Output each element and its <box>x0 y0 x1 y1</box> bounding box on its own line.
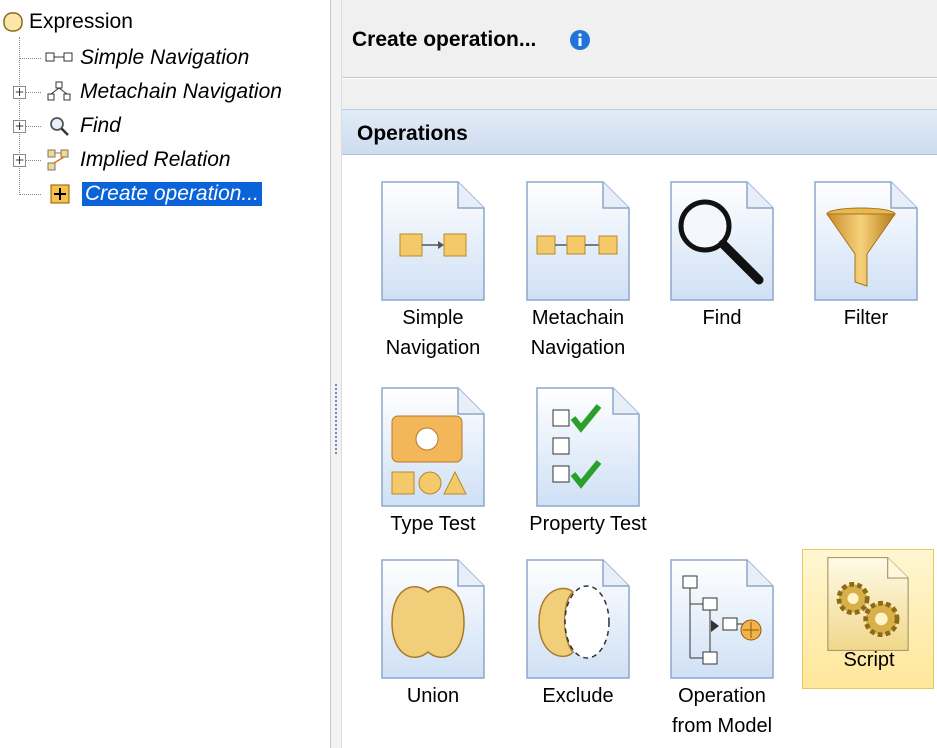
expand-metachain-navigation[interactable]: + <box>13 86 26 99</box>
tree-item-label: Metachain Navigation <box>80 80 282 103</box>
operation-label: Filter <box>843 307 889 329</box>
section-title: Operations <box>357 122 468 145</box>
operation-label: Simple Navigation <box>385 307 481 359</box>
operation-label: Exclude <box>542 685 614 707</box>
operation-property-test[interactable]: Property Test <box>522 381 654 561</box>
page-title: Create operation... <box>352 28 537 51</box>
tree-item-label: Find <box>80 114 121 137</box>
expand-implied-relation[interactable]: + <box>13 154 26 167</box>
funnel-icon <box>814 181 918 301</box>
info-icon[interactable] <box>569 29 591 51</box>
tree-item-label: Create operation... <box>82 182 262 206</box>
tree-item-expression[interactable]: Expression <box>2 7 133 37</box>
plus-icon <box>43 183 77 205</box>
property-test-icon <box>536 387 640 507</box>
panel-header: Create operation... <box>342 0 937 78</box>
exclude-icon <box>526 559 630 679</box>
expression-icon <box>2 11 24 33</box>
operation-exclude[interactable]: Exclude <box>512 553 644 733</box>
splitter-handle[interactable] <box>330 0 342 748</box>
tree-item-label: Expression <box>29 10 133 33</box>
operation-label: Property Test <box>529 513 647 535</box>
simple-navigation-icon <box>381 181 485 301</box>
create-operation-panel: Create operation... Operations Simple Nav… <box>342 0 937 748</box>
tree-item-label: Implied Relation <box>80 148 231 171</box>
tree-item-metachain-navigation[interactable]: Metachain Navigation <box>43 77 282 107</box>
operation-union[interactable]: Union <box>367 553 499 733</box>
expand-find[interactable]: + <box>13 120 26 133</box>
operation-label: Type Test <box>390 513 476 535</box>
simple-navigation-icon <box>43 47 75 69</box>
operation-label: Union <box>406 685 460 707</box>
metachain-navigation-icon <box>43 81 75 103</box>
union-icon <box>381 559 485 679</box>
operation-find[interactable]: Find <box>656 175 788 355</box>
tree-item-create-operation[interactable]: Create operation... <box>43 179 262 209</box>
tree-item-simple-navigation[interactable]: Simple Navigation <box>43 43 249 73</box>
magnifier-icon <box>43 115 75 137</box>
operation-metachain-navigation[interactable]: Metachain Navigation <box>512 175 644 359</box>
operation-filter[interactable]: Filter <box>800 175 932 355</box>
magnifier-icon <box>670 181 774 301</box>
operation-label: Script <box>843 649 895 671</box>
gears-icon <box>827 556 909 652</box>
tree-item-find[interactable]: Find <box>43 111 121 141</box>
splitter-grip <box>335 384 337 454</box>
operation-simple-navigation[interactable]: Simple Navigation <box>367 175 499 359</box>
operations-section-header: Operations <box>342 109 937 155</box>
operation-label: Find <box>702 307 742 329</box>
operation-type-test[interactable]: Type Test <box>367 381 499 561</box>
type-test-icon <box>381 387 485 507</box>
tree-item-label: Simple Navigation <box>80 46 250 69</box>
tree-item-implied-relation[interactable]: Implied Relation <box>43 145 231 175</box>
implied-relation-icon <box>43 149 75 171</box>
operation-label: Metachain Navigation <box>530 307 626 359</box>
operation-from-model[interactable]: Operation from Model <box>656 553 788 737</box>
expression-tree[interactable]: + + + Expression Simple Navigation Metac… <box>0 0 330 748</box>
header-strip <box>342 79 937 109</box>
metachain-navigation-icon <box>526 181 630 301</box>
model-tree-icon <box>670 559 774 679</box>
operations-grid: Simple Navigation Metachain Navigation F… <box>342 155 937 748</box>
operation-script[interactable]: Script <box>802 549 934 689</box>
operation-label: Operation from Model <box>671 685 773 737</box>
